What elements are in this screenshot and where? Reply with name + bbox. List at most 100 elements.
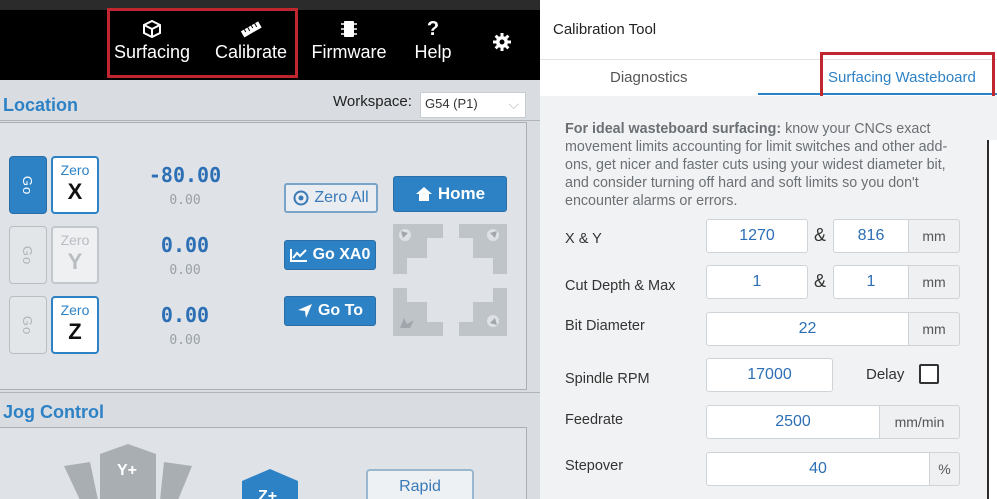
zero-x-button[interactable]: Zero X	[51, 156, 99, 214]
zero-z-axis: Z	[68, 319, 82, 344]
workspace-label: Workspace:	[333, 93, 412, 110]
cut-depth-input[interactable]: 1	[706, 265, 808, 299]
help-button[interactable]: ? Help	[410, 18, 456, 63]
app-window: Surfacing Calibrate Firmware ? Help Loca…	[0, 0, 997, 499]
jog-bar	[459, 322, 473, 336]
chart-line-icon	[289, 249, 307, 262]
x-position: -80.00	[148, 163, 222, 187]
control-panel: Surfacing Calibrate Firmware ? Help Loca…	[0, 0, 540, 499]
y-machine-position: 0.00	[169, 263, 201, 278]
stepover-input[interactable]: 40	[706, 452, 930, 486]
workspace-value: G54 (P1)	[425, 96, 478, 111]
jog-top-divider	[0, 392, 540, 393]
rapid-button[interactable]: Rapid	[366, 469, 474, 499]
dialog-title: Calibration Tool	[553, 21, 657, 38]
jog-bar	[427, 322, 443, 336]
bit-diameter-input[interactable]: 22	[706, 312, 909, 346]
firmware-button[interactable]: Firmware	[310, 20, 388, 63]
home-button[interactable]: Home	[393, 176, 507, 212]
location-title: Location	[3, 95, 78, 115]
go-x-label: Go	[20, 175, 36, 195]
ruler-icon	[240, 21, 262, 38]
go-y-button[interactable]: Go	[9, 226, 47, 284]
cut-max-input[interactable]: 1	[833, 265, 909, 299]
surfacing-button[interactable]: Surfacing	[114, 20, 190, 63]
info-paragraph: For ideal wasteboard surfacing: know you…	[565, 120, 955, 210]
jog-y-plus-label: Y+	[117, 462, 138, 479]
location-arrow-icon	[297, 304, 312, 318]
settings-button[interactable]	[490, 32, 514, 56]
zero-x-axis: X	[67, 179, 83, 204]
go-z-button[interactable]: Go	[9, 296, 47, 354]
jog-bar	[493, 258, 507, 274]
go-y-label: Go	[20, 245, 36, 265]
xy-unit: mm	[908, 219, 960, 253]
help-label: Help	[414, 42, 452, 62]
spindle-rpm-input[interactable]: 17000	[706, 358, 833, 392]
tab-bar: Diagnostics Surfacing Wasteboard	[540, 60, 997, 96]
go-xa0-button[interactable]: Go XA0	[284, 240, 376, 270]
xy-ampersand: &	[814, 225, 827, 245]
arrow-se-icon	[487, 315, 499, 327]
cut-ampersand: &	[814, 271, 827, 291]
zero-z-label: Zero	[60, 302, 90, 318]
z-machine-position: 0.00	[169, 333, 201, 348]
go-xa0-label: Go XA0	[312, 246, 371, 263]
xy-label: X & Y	[565, 231, 602, 247]
jog-bar	[459, 224, 473, 238]
x-machine-position: 0.00	[169, 193, 201, 208]
location-divider	[0, 120, 540, 121]
delay-checkbox[interactable]	[919, 364, 939, 384]
home-icon	[415, 187, 432, 201]
top-strip	[0, 0, 540, 10]
main-toolbar: Surfacing Calibrate Firmware ? Help	[0, 10, 540, 80]
go-z-label: Go	[20, 315, 36, 335]
z-position: 0.00	[160, 303, 210, 327]
zero-all-button[interactable]: Zero All	[284, 183, 378, 213]
calibrate-label: Calibrate	[214, 42, 288, 62]
feedrate-label: Feedrate	[565, 412, 624, 428]
dialog-header: Calibration Tool	[540, 0, 997, 60]
cut-unit: mm	[908, 265, 960, 299]
tab-diagnostics[interactable]: Diagnostics	[610, 69, 688, 86]
cursor-icon	[400, 318, 414, 328]
spindle-rpm-label: Spindle RPM	[565, 371, 650, 387]
firmware-label: Firmware	[311, 42, 387, 62]
go-x-button[interactable]: Go	[9, 156, 47, 214]
target-icon	[293, 190, 309, 206]
zero-y-label: Zero	[60, 232, 90, 248]
jog-bar	[393, 288, 407, 302]
zero-x-label: Zero	[60, 162, 90, 178]
go-to-label: Go To	[317, 302, 364, 319]
y-dimension-input[interactable]: 816	[833, 219, 909, 253]
jog-z-plus-label: Z+	[258, 488, 278, 499]
feedrate-input[interactable]: 2500	[706, 405, 880, 439]
chip-icon	[341, 21, 357, 37]
bit-diameter-label: Bit Diameter	[565, 318, 645, 334]
rapid-label: Rapid	[399, 478, 441, 495]
surfacing-icon	[143, 20, 161, 38]
tab-surfacing-wasteboard[interactable]: Surfacing Wasteboard	[828, 69, 976, 86]
calibrate-button[interactable]: Calibrate	[213, 20, 289, 63]
x-dimension-input[interactable]: 1270	[706, 219, 808, 253]
gear-icon	[493, 33, 511, 51]
y-position: 0.00	[160, 233, 210, 257]
home-label: Home	[437, 184, 486, 203]
calibration-tool-dialog: Calibration Tool Diagnostics Surfacing W…	[540, 0, 997, 499]
zero-all-label: Zero All	[314, 189, 369, 206]
chevron-down-icon: ⌵	[508, 96, 519, 112]
zero-z-button[interactable]: Zero Z	[51, 296, 99, 354]
scroll-edge	[987, 140, 997, 499]
jog-bar	[393, 258, 407, 274]
jog-bar	[493, 288, 507, 302]
stepover-unit: %	[929, 452, 960, 486]
arrow-nw-icon	[399, 229, 411, 241]
go-to-button[interactable]: Go To	[284, 296, 376, 326]
surfacing-label: Surfacing	[114, 42, 191, 62]
active-tab-indicator	[758, 93, 997, 95]
feedrate-unit: mm/min	[879, 405, 960, 439]
question-icon: ?	[426, 18, 440, 40]
workspace-select[interactable]: G54 (P1) ⌵	[420, 92, 526, 118]
zero-y-button[interactable]: Zero Y	[51, 226, 99, 284]
cut-depth-label: Cut Depth & Max	[565, 278, 676, 294]
